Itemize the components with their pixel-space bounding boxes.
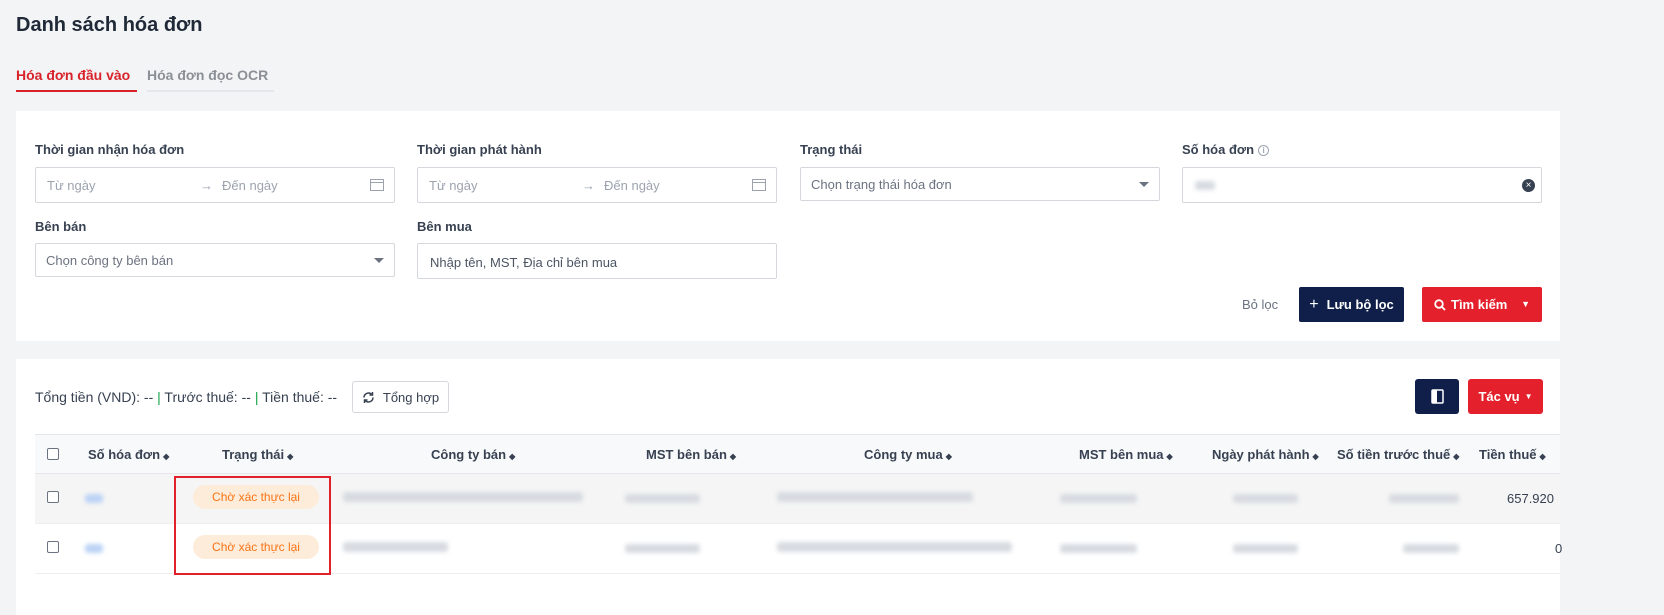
col-seller-company[interactable]: Công ty bán ◆ (431, 447, 515, 462)
col-buyer-company[interactable]: Công ty mua ◆ (864, 447, 952, 462)
invoice-number-link[interactable] (85, 544, 103, 553)
invoice-number-input[interactable]: × (1182, 167, 1542, 203)
chevron-down-icon (374, 258, 384, 263)
actions-label: Tác vụ (1478, 389, 1520, 404)
total-amount: Tổng tiền (VND): -- (35, 389, 154, 405)
seller-tax-code-redacted (625, 544, 700, 553)
buyer-company-redacted (777, 492, 973, 502)
buyer-tax-code-redacted (1060, 494, 1137, 503)
tab-input-invoices[interactable]: Hóa đơn đầu vào (16, 60, 137, 92)
seller-placeholder: Chọn công ty bên bán (46, 253, 174, 268)
save-filter-label: Lưu bộ lọc (1326, 297, 1394, 312)
tab-bar: Hóa đơn đầu vào Hóa đơn đọc OCR (16, 60, 284, 92)
buyer-input[interactable]: Nhập tên, MST, Địa chỉ bên mua (417, 243, 777, 279)
sort-icon: ◆ (1453, 452, 1460, 461)
seller-select[interactable]: Chọn công ty bên bán (35, 243, 395, 277)
sort-icon: ◆ (287, 452, 294, 461)
issue-from-placeholder: Từ ngày (429, 178, 478, 193)
refresh-icon (363, 391, 374, 403)
status-select[interactable]: Chọn trạng thái hóa đơn (800, 167, 1160, 201)
receive-time-label: Thời gian nhận hóa đơn (35, 142, 185, 157)
col-status[interactable]: Trạng thái ◆ (222, 447, 293, 462)
status-placeholder: Chọn trạng thái hóa đơn (811, 177, 952, 192)
buyer-tax-code-redacted (1060, 544, 1137, 553)
tax-amount: 657.920 (1507, 491, 1554, 506)
issue-date-range[interactable]: Từ ngày → Đến ngày (417, 167, 777, 203)
calendar-icon[interactable] (370, 178, 384, 191)
search-icon (1434, 298, 1446, 311)
totals-summary: Tổng tiền (VND): -- | Trước thuế: -- | T… (35, 389, 337, 405)
info-icon: i (1258, 145, 1270, 157)
receive-from-placeholder: Từ ngày (47, 178, 96, 193)
receive-to-placeholder: Đến ngày (222, 178, 278, 193)
select-all-checkbox[interactable] (47, 448, 59, 460)
issue-to-placeholder: Đến ngày (604, 178, 660, 193)
pre-tax-amount-redacted (1389, 494, 1459, 503)
chevron-down-icon: ▼ (1524, 392, 1533, 401)
invoice-number-label: Số hóa đơn i (1182, 142, 1270, 157)
chevron-down-icon[interactable]: ▼ (1521, 299, 1530, 309)
search-label: Tìm kiếm (1451, 297, 1508, 312)
plus-icon: + (1309, 295, 1319, 313)
row-checkbox[interactable] (47, 541, 59, 553)
sort-icon: ◆ (729, 452, 737, 461)
calendar-icon[interactable] (752, 178, 766, 191)
status-highlight-box (174, 476, 331, 575)
tax-amount: 0 (1555, 541, 1563, 556)
range-arrow-icon: → (582, 178, 595, 193)
issue-date-redacted (1233, 494, 1298, 503)
save-filter-button[interactable]: + Lưu bộ lọc (1299, 287, 1404, 322)
actions-button[interactable]: Tác vụ ▼ (1468, 379, 1543, 414)
issue-date-redacted (1233, 544, 1298, 553)
clear-filter-button[interactable]: Bỏ lọc (1242, 297, 1278, 312)
seller-company-redacted (343, 542, 448, 552)
column-settings-button[interactable] (1415, 379, 1459, 414)
separator: | (254, 389, 259, 405)
col-invoice-number[interactable]: Số hóa đơn ◆ (88, 447, 169, 462)
seller-label: Bên bán (35, 219, 87, 234)
sort-icon: ◆ (509, 452, 516, 461)
columns-icon (1430, 389, 1444, 404)
col-issue-date[interactable]: Ngày phát hành ◆ (1212, 447, 1319, 462)
aggregate-label: Tổng hợp (382, 389, 440, 405)
receive-date-range[interactable]: Từ ngày → Đến ngày (35, 167, 395, 203)
seller-company-redacted (343, 492, 583, 502)
seller-tax-code-redacted (625, 494, 700, 503)
col-tax-amount[interactable]: Tiền thuế ◆ (1479, 447, 1546, 462)
range-arrow-icon: → (200, 178, 213, 193)
sort-icon: ◆ (1312, 452, 1319, 461)
invoice-number-link[interactable] (85, 494, 103, 503)
table-header: Số hóa đơn ◆ Trạng thái ◆ Công ty bán ◆ MST… (35, 434, 1560, 474)
col-buyer-tax-code[interactable]: MST bên mua ◆ (1079, 447, 1173, 462)
pre-tax-amount-redacted (1403, 544, 1459, 553)
chevron-down-icon (1139, 182, 1149, 187)
pre-tax-amount: Trước thuế: -- (164, 389, 251, 405)
buyer-placeholder: Nhập tên, MST, Địa chỉ bên mua (430, 255, 618, 270)
sort-icon: ◆ (945, 452, 952, 461)
tax-amount: Tiền thuế: -- (262, 389, 338, 405)
buyer-company-redacted (777, 542, 1012, 552)
separator: | (157, 389, 161, 405)
sort-icon: ◆ (1166, 452, 1173, 461)
aggregate-button[interactable]: Tổng hợp (352, 381, 449, 413)
sort-icon: ◆ (1539, 452, 1546, 461)
col-pre-tax-amount[interactable]: Số tiền trước thuế ◆ (1337, 447, 1459, 462)
issue-time-label: Thời gian phát hành (417, 142, 542, 157)
page-title: Danh sách hóa đơn (16, 14, 203, 36)
filter-panel: Thời gian nhận hóa đơn Thời gian phát hà… (16, 111, 1560, 341)
clear-icon[interactable]: × (1522, 179, 1535, 192)
search-button[interactable]: Tìm kiếm ▼ (1422, 287, 1542, 322)
redacted-value (1195, 181, 1215, 190)
buyer-label: Bên mua (417, 219, 472, 234)
sort-icon: ◆ (163, 452, 170, 461)
tab-ocr-invoices[interactable]: Hóa đơn đọc OCR (147, 60, 274, 92)
status-label: Trạng thái (800, 142, 863, 157)
row-checkbox[interactable] (47, 491, 59, 503)
col-seller-tax-code[interactable]: MST bên bán ◆ (646, 447, 736, 462)
